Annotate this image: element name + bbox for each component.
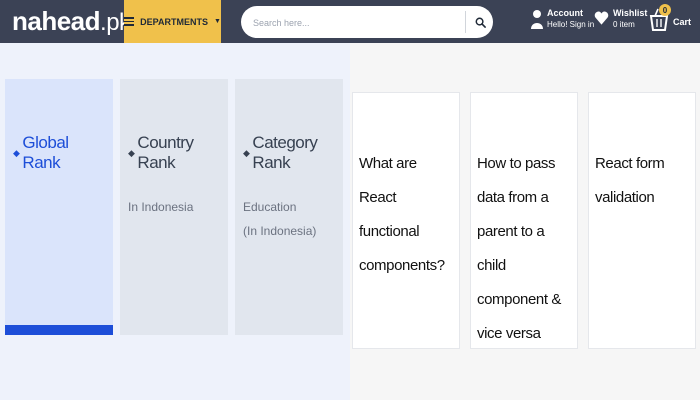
category-rank-title: Category Rank bbox=[252, 133, 318, 172]
question-title: React form validation bbox=[595, 155, 665, 206]
cart-badge: 0 bbox=[659, 4, 671, 16]
cart-link[interactable]: 0 Cart bbox=[649, 4, 692, 33]
cart-label: Cart bbox=[673, 17, 692, 27]
wishlist-count: 0 item bbox=[613, 20, 635, 29]
search-icon bbox=[475, 17, 486, 28]
account-subtitle: Hello! Sign in bbox=[547, 20, 595, 29]
account-title: Account bbox=[547, 8, 583, 18]
user-icon bbox=[531, 10, 543, 29]
rank-icon: ◆ bbox=[13, 147, 20, 158]
active-indicator bbox=[5, 325, 113, 335]
logo-main: nahead bbox=[12, 6, 101, 36]
rank-icon: ◆ bbox=[243, 147, 250, 158]
departments-label: DEPARTMENTS bbox=[140, 16, 208, 27]
search-bar bbox=[241, 6, 493, 38]
country-rank-subtitle: In Indonesia bbox=[128, 200, 194, 214]
question-card[interactable]: React form validation bbox=[588, 92, 696, 349]
country-rank-title: Country Rank bbox=[137, 133, 194, 172]
heart-icon bbox=[594, 11, 609, 25]
question-card[interactable]: How to pass data from a parent to a chil… bbox=[470, 92, 578, 349]
category-rank-region: (In Indonesia) bbox=[243, 224, 317, 238]
rank-icon: ◆ bbox=[128, 147, 135, 158]
question-title: What are React functional components? bbox=[359, 155, 445, 274]
search-button[interactable] bbox=[470, 12, 490, 32]
wishlist-link[interactable]: Wishlist 0 item bbox=[594, 8, 647, 30]
category-rank-subtitle: Education bbox=[243, 200, 297, 214]
search-divider bbox=[465, 11, 466, 33]
caret-down-icon: ▼ bbox=[213, 18, 221, 25]
search-input[interactable] bbox=[251, 13, 460, 33]
menu-icon bbox=[124, 17, 135, 26]
category-rank-card[interactable]: ◆ Category Rank Education (In Indonesia) bbox=[235, 79, 343, 335]
question-card[interactable]: What are React functional components? bbox=[352, 92, 460, 349]
global-rank-card[interactable]: ◆ Global Rank bbox=[5, 79, 113, 335]
departments-button[interactable]: DEPARTMENTS ▼ bbox=[124, 0, 221, 43]
site-logo[interactable]: nahead.pk bbox=[12, 4, 131, 40]
country-rank-card[interactable]: ◆ Country Rank In Indonesia bbox=[120, 79, 228, 335]
global-rank-title: Global Rank bbox=[22, 133, 69, 172]
wishlist-title: Wishlist bbox=[613, 8, 648, 18]
account-link[interactable]: Account Hello! Sign in bbox=[531, 8, 594, 30]
top-navbar: nahead.pk DEPARTMENTS ▼ Account Hello! S… bbox=[0, 0, 700, 43]
question-title: How to pass data from a parent to a chil… bbox=[477, 155, 561, 342]
